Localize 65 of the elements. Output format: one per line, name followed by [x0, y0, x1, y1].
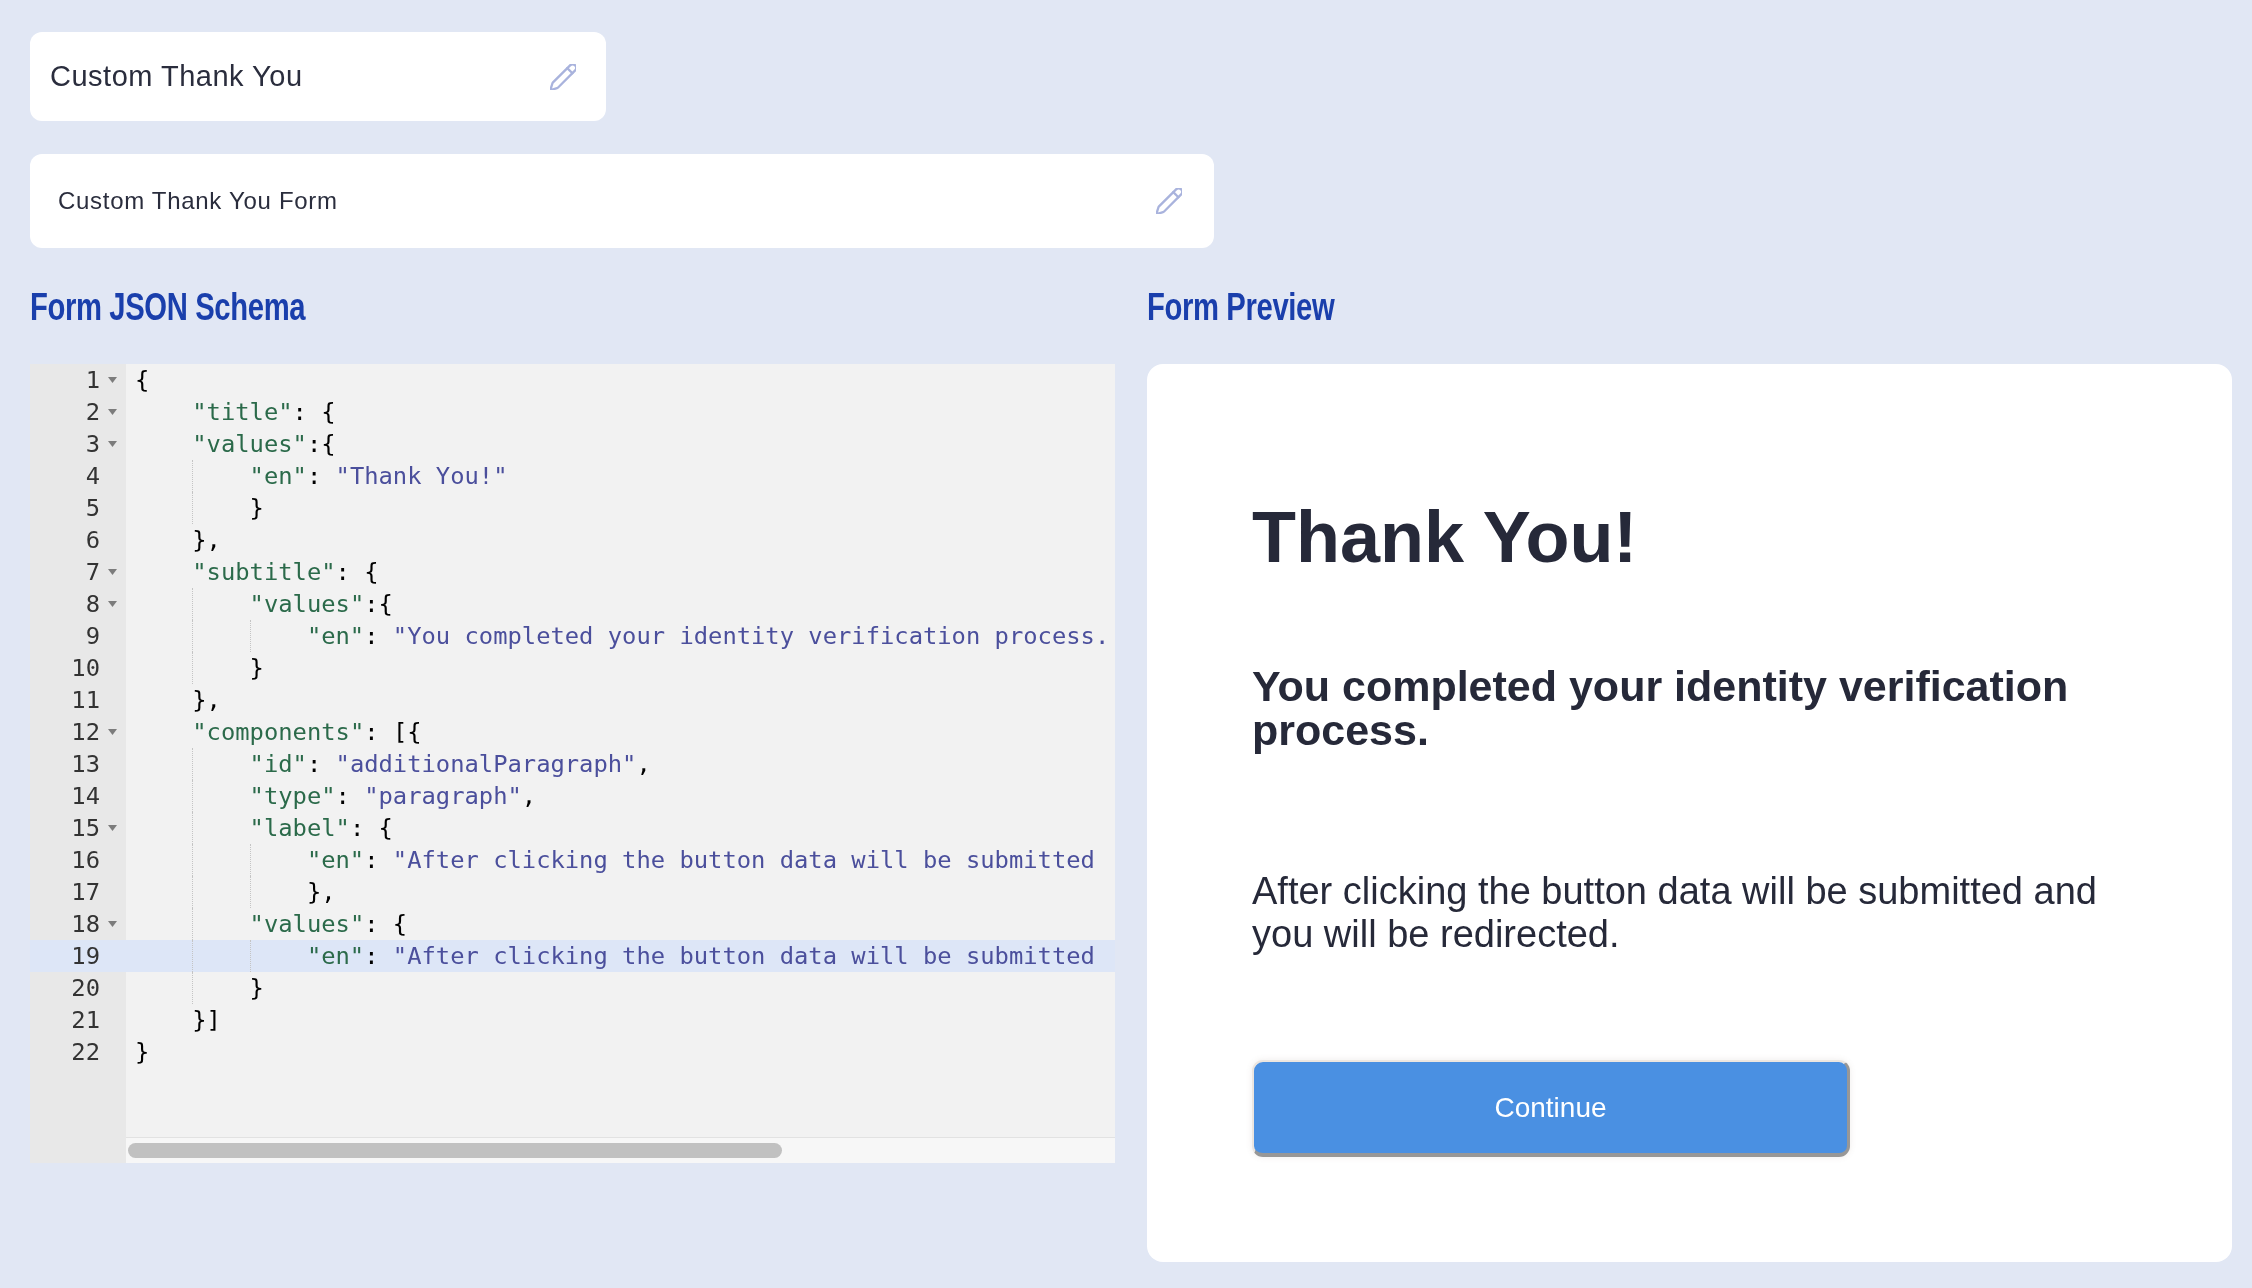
line-number: 13	[71, 749, 100, 780]
line-number: 16	[71, 845, 100, 876]
line-number: 22	[71, 1037, 100, 1068]
code-line: "en": "Thank You!"	[249, 461, 508, 492]
code-line: "values":{	[249, 589, 393, 620]
horizontal-scrollbar[interactable]	[126, 1137, 1115, 1163]
code-line: }	[249, 653, 264, 684]
line-number: 1	[85, 365, 100, 396]
fold-arrow-icon[interactable]	[107, 409, 117, 415]
code-line: "en": "You completed your identity verification process.	[306, 621, 1110, 652]
code-line: }	[249, 973, 264, 1004]
preview-title: Thank You!	[1252, 496, 1638, 579]
line-number: 21	[71, 1005, 100, 1036]
code-line: "values":{	[192, 429, 336, 460]
line-number: 4	[85, 461, 100, 492]
pencil-icon[interactable]	[550, 63, 576, 90]
code-line: }	[135, 1037, 150, 1068]
fold-arrow-icon[interactable]	[107, 601, 117, 607]
code-line: "values": {	[249, 909, 408, 940]
code-line: "type": "paragraph",	[249, 781, 537, 812]
scrollbar-thumb[interactable]	[128, 1143, 782, 1158]
code-line: },	[192, 685, 221, 716]
preview-subtitle: You completed your identity verification process.	[1252, 664, 2070, 752]
line-number: 14	[71, 781, 100, 812]
form-title: Custom Thank You	[50, 60, 303, 93]
fold-arrow-icon[interactable]	[107, 569, 117, 575]
fold-arrow-icon[interactable]	[107, 729, 117, 735]
fold-arrow-icon[interactable]	[107, 825, 117, 831]
line-number: 10	[71, 653, 100, 684]
fold-arrow-icon[interactable]	[107, 921, 117, 927]
line-number: 3	[85, 429, 100, 460]
code-line: "subtitle": {	[192, 557, 379, 588]
code-line: "label": {	[249, 813, 393, 844]
pencil-icon[interactable]	[1156, 188, 1182, 214]
line-number: 18	[71, 909, 100, 940]
code-line: "en": "After clicking the button data will be submitted	[306, 845, 1095, 876]
code-editor[interactable]	[30, 364, 1115, 1163]
code-line: }	[249, 493, 264, 524]
line-number: 8	[85, 589, 100, 620]
line-number: 5	[85, 493, 100, 524]
section-heading: Form JSON Schema	[30, 287, 306, 327]
line-number: 15	[71, 813, 100, 844]
form-name: Custom Thank You Form	[58, 187, 338, 215]
preview-paragraph: After clicking the button data will be submitted and you will be redirected.	[1252, 870, 2098, 956]
code-line: }]	[192, 1005, 221, 1036]
code-line: "components": [{	[192, 717, 422, 748]
line-number: 6	[85, 525, 100, 556]
continue-button[interactable]: Continue	[1252, 1060, 1850, 1157]
code-line: "title": {	[192, 397, 336, 428]
line-number: 9	[85, 621, 100, 652]
code-line: },	[192, 525, 221, 556]
fold-arrow-icon[interactable]	[107, 441, 117, 447]
fold-arrow-icon[interactable]	[107, 377, 117, 383]
line-number: 19	[71, 941, 100, 972]
code-line: {	[135, 365, 150, 396]
line-number: 20	[71, 973, 100, 1004]
line-number: 17	[71, 877, 100, 908]
line-number: 7	[85, 557, 100, 588]
line-number: 11	[71, 685, 100, 716]
code-line: },	[306, 877, 336, 908]
line-number: 2	[85, 397, 100, 428]
line-number: 12	[71, 717, 100, 748]
section-heading: Form Preview	[1147, 287, 1335, 327]
code-line: "en": "After clicking the button data will be submitted	[306, 941, 1095, 972]
code-line: "id": "additionalParagraph",	[249, 749, 651, 780]
